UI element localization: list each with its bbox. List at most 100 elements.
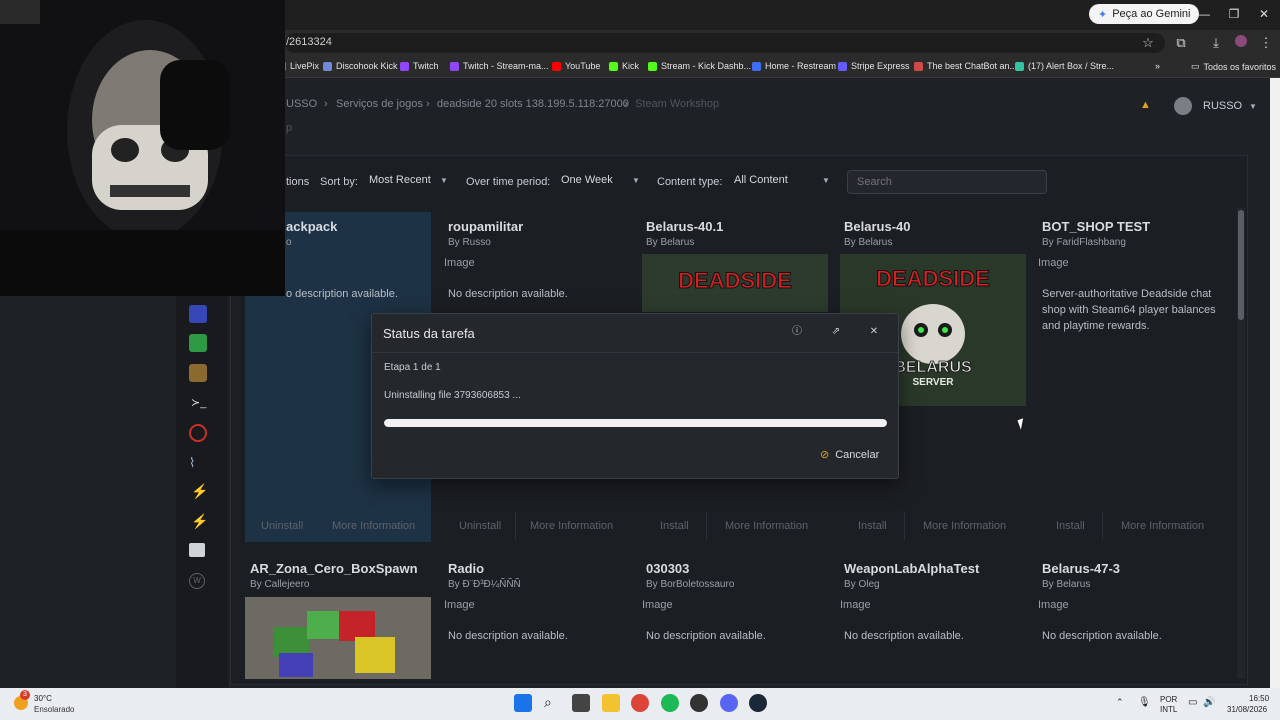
card-title[interactable]: Belarus-40: [844, 219, 910, 234]
bookmark-label: Stream - Kick Dashb...: [661, 61, 752, 71]
bell-icon[interactable]: ▲: [1140, 99, 1151, 111]
breadcrumb-server[interactable]: deadside 20 slots 138.199.5.118:27000: [437, 98, 629, 110]
uninstall-button[interactable]: Uninstall: [459, 520, 501, 532]
search-icon[interactable]: ⌕: [544, 694, 552, 711]
bookmark-favicon-icon: [648, 61, 657, 71]
breadcrumb-game-services[interactable]: Serviços de jogos: [336, 98, 423, 110]
card-description: No description available.: [646, 630, 766, 642]
info-icon[interactable]: ⓘ: [790, 325, 804, 339]
extensions-icon[interactable]: ⧉: [1172, 34, 1190, 52]
card-title[interactable]: 030303: [646, 561, 689, 576]
search-input[interactable]: [847, 170, 1047, 194]
close-window-icon[interactable]: ✕: [1254, 5, 1274, 23]
cancel-icon: ⊘: [820, 449, 830, 461]
card-title[interactable]: Radio: [448, 561, 484, 576]
steam-icon[interactable]: [749, 694, 767, 712]
bookmarks-overflow-icon[interactable]: »: [1155, 61, 1160, 71]
download-icon[interactable]: ⤓: [1207, 34, 1225, 52]
star-icon[interactable]: ☆: [1139, 34, 1157, 52]
clock-time[interactable]: 16:50: [1249, 694, 1269, 703]
minimize-icon[interactable]: —: [1194, 5, 1214, 23]
bookmark-item[interactable]: Twitch - Stream-ma...: [450, 61, 549, 71]
volume-icon[interactable]: 🔊: [1203, 697, 1215, 708]
terminal-icon[interactable]: ≻_: [191, 396, 206, 409]
bookmark-item[interactable]: YouTube: [552, 61, 600, 71]
file-explorer-icon[interactable]: [602, 694, 620, 712]
more-information-button[interactable]: More Information: [332, 520, 415, 532]
breadcrumb-root[interactable]: USSO: [286, 98, 317, 110]
bookmark-item[interactable]: Stream - Kick Dashb...: [648, 61, 751, 71]
card-title[interactable]: roupamilitar: [448, 219, 523, 234]
more-information-button[interactable]: More Information: [923, 520, 1006, 532]
card-description: No description available.: [448, 288, 568, 300]
progress-bar-fill: [384, 419, 887, 427]
task-message: Uninstalling file 3793606853 ...: [384, 390, 521, 401]
bookmark-label: Twitch: [413, 61, 439, 71]
address-bar[interactable]: [285, 33, 1165, 53]
panel-scrollbar-thumb[interactable]: [1238, 210, 1244, 320]
chevron-up-icon[interactable]: ⌃: [1116, 697, 1124, 708]
bookmark-item[interactable]: Home - Restream: [752, 61, 836, 71]
card-title[interactable]: ackpack: [286, 219, 337, 234]
nav-icon-1[interactable]: [189, 305, 207, 323]
profile-icon[interactable]: [1232, 34, 1250, 52]
page-scrollbar[interactable]: [1270, 78, 1280, 688]
card-title[interactable]: Belarus-40.1: [646, 219, 723, 234]
chart-icon[interactable]: ⌇: [189, 455, 195, 471]
weather-badge: 3: [20, 690, 30, 700]
bookmark-item[interactable]: Discohook Kick: [323, 61, 398, 71]
sort-select[interactable]: Most Recent: [369, 174, 431, 186]
more-information-button[interactable]: More Information: [1121, 520, 1204, 532]
bookmark-item[interactable]: Stripe Express: [838, 61, 910, 71]
windows-start-icon[interactable]: [514, 694, 532, 712]
storage-icon[interactable]: [189, 543, 205, 557]
clock-date[interactable]: 31/08/2026: [1227, 705, 1267, 714]
card-title[interactable]: AR_Zona_Cero_BoxSpawn: [250, 561, 418, 576]
bookmark-favicon-icon: [752, 61, 761, 71]
install-button[interactable]: Install: [660, 520, 689, 532]
bookmark-item[interactable]: (17) Alert Box / Stre...: [1015, 61, 1114, 71]
card-title[interactable]: Belarus-47-3: [1042, 561, 1120, 576]
nav-icon-3[interactable]: [189, 364, 207, 382]
obs-icon[interactable]: [690, 694, 708, 712]
period-label: Over time period:: [466, 176, 551, 188]
install-button[interactable]: Install: [1056, 520, 1085, 532]
chrome-icon[interactable]: [631, 694, 649, 712]
language-secondary[interactable]: INTL: [1160, 705, 1177, 714]
close-icon[interactable]: ✕: [867, 325, 881, 339]
card-title[interactable]: BOT_SHOP TEST: [1042, 219, 1150, 234]
bookmark-item[interactable]: The best ChatBot an...: [914, 61, 1017, 71]
restore-icon[interactable]: ❐: [1224, 5, 1244, 23]
all-bookmarks[interactable]: ▭ Todos os favoritos: [1191, 61, 1276, 72]
discord-icon[interactable]: [720, 694, 738, 712]
spotify-icon[interactable]: [661, 694, 679, 712]
chevron-down-icon[interactable]: ▼: [1249, 102, 1257, 111]
content-type-select[interactable]: All Content: [734, 174, 788, 186]
popout-icon[interactable]: ⇗: [829, 325, 843, 339]
deadside-thumbnail: DEADSIDE: [642, 254, 828, 312]
language-primary[interactable]: POR: [1160, 695, 1177, 704]
bookmark-item[interactable]: Twitch: [400, 61, 439, 71]
period-select[interactable]: One Week: [561, 174, 613, 186]
w-icon[interactable]: W: [189, 573, 205, 589]
lightning-icon-2[interactable]: ⚡: [191, 513, 208, 530]
nav-icon-2[interactable]: [189, 334, 207, 352]
microphone-icon[interactable]: 🎙: [1138, 697, 1151, 708]
breadcrumb-sep: ›: [324, 98, 328, 110]
menu-icon[interactable]: ⋮: [1257, 34, 1275, 52]
power-icon[interactable]: [189, 424, 207, 442]
card-title[interactable]: WeaponLabAlphaTest: [844, 561, 979, 576]
ask-gemini-button[interactable]: ✦ Peça ao Gemini: [1089, 4, 1200, 24]
user-name[interactable]: RUSSO: [1203, 100, 1242, 112]
avatar[interactable]: [1174, 97, 1192, 115]
lightning-icon[interactable]: ⚡: [191, 483, 208, 500]
task-view-icon[interactable]: [572, 694, 590, 712]
network-icon[interactable]: ▭: [1188, 697, 1197, 708]
bookmark-item[interactable]: Kick: [609, 61, 639, 71]
cancel-button[interactable]: ⊘ Cancelar: [820, 448, 879, 462]
more-information-button[interactable]: More Information: [530, 520, 613, 532]
more-information-button[interactable]: More Information: [725, 520, 808, 532]
bookmark-favicon-icon: [1015, 61, 1024, 71]
uninstall-button[interactable]: Uninstall: [261, 520, 303, 532]
install-button[interactable]: Install: [858, 520, 887, 532]
